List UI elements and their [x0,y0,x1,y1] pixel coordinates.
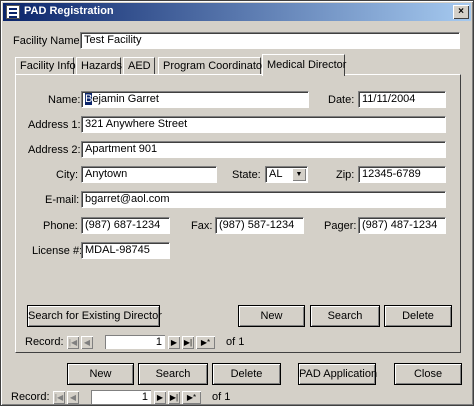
date-label: Date: [328,94,355,106]
pager-label: Pager: [324,220,357,232]
email-label: E-mail: [45,194,80,206]
license-field[interactable]: MDAL-98745 [81,242,170,259]
phone-field[interactable]: (987) 687-1234 [81,217,170,234]
zip-label: Zip: [336,169,355,181]
state-label: State: [232,169,261,181]
phone-label: Phone: [43,220,78,232]
fax-field[interactable]: (987) 587-1234 [215,217,304,234]
pad-registration-window: PAD Registration × Facility Name: Test F… [0,0,474,406]
subform-new-button[interactable]: New [238,305,305,327]
address2-label: Address 2: [28,144,81,156]
sub-record-number[interactable]: 1 [105,335,165,349]
name-text: ejamin Garret [92,93,159,105]
sub-record-label: Record: [25,336,64,348]
state-select[interactable]: AL ▼ [265,166,308,183]
prev-record-icon[interactable]: ◀ [81,336,93,349]
subform-delete-button[interactable]: Delete [384,305,452,327]
city-field[interactable]: Anytown [81,166,217,183]
name-field[interactable]: Bejamin Garret [81,91,309,108]
address1-label: Address 1: [28,119,81,131]
address1-field[interactable]: 321 Anywhere Street [81,116,446,133]
search-existing-director-button[interactable]: Search for Existing Director [27,305,162,327]
subform-search-button[interactable]: Search [310,305,380,327]
pager-field[interactable]: (987) 487-1234 [358,217,446,234]
last-record-icon[interactable]: ▶| [182,336,194,349]
chevron-down-icon[interactable]: ▼ [292,168,306,181]
panel-content: Name: Bejamin Garret Date: 11/11/2004 Ad… [1,1,474,407]
email-field[interactable]: bgarret@aol.com [81,191,446,208]
fax-label: Fax: [191,220,213,232]
new-record-icon[interactable]: ▶* [196,336,215,349]
name-label: Name: [48,94,81,106]
zip-field[interactable]: 12345-6789 [358,166,446,183]
sub-record-of: of 1 [226,336,245,348]
date-field[interactable]: 11/11/2004 [358,91,446,108]
address2-field[interactable]: Apartment 901 [81,141,446,158]
city-label: City: [56,169,78,181]
state-value: AL [269,168,283,180]
license-label: License #: [32,245,83,257]
next-record-icon[interactable]: ▶ [168,336,180,349]
first-record-icon[interactable]: |◀ [67,336,79,349]
